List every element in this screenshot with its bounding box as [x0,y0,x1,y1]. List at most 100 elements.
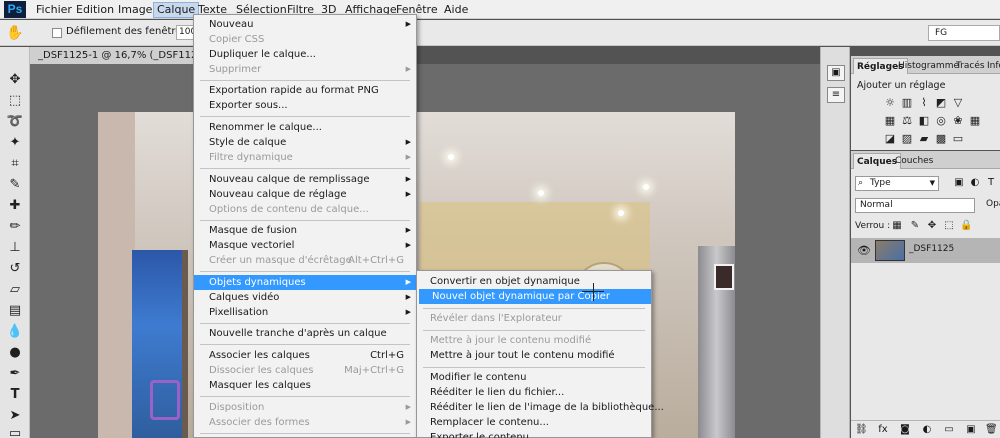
menu-item-style-calque[interactable]: Style de calque ▶ [194,135,416,150]
submenu-item-modifier-contenu[interactable]: Modifier le contenu [417,370,649,385]
menu-item-masque-fusion[interactable]: Masque de fusion ▶ [194,223,416,238]
submenu-item-reediter-fichier[interactable]: Rééditer le lien du fichier... [417,385,649,400]
menu-item-nouveau[interactable]: Nouveau ▶ [194,17,416,32]
menu-aide[interactable]: Aide [441,2,471,18]
menu-item-label: Nouvelle tranche d'après un calque [209,328,387,339]
menu-item-associer-calques[interactable]: Associer les calques Ctrl+G [194,348,416,363]
new-layer-icon[interactable]: ▣ [965,424,977,436]
blend-mode-select[interactable]: Normal [855,198,975,213]
eye-icon[interactable]: 👁 [857,244,871,257]
menu-item-dupliquer[interactable]: Dupliquer le calque... [194,47,416,62]
lock-transparency-icon[interactable]: ▦ [891,220,903,232]
curves-icon[interactable]: ⌇ [917,96,931,109]
menu-item-exporter-sous[interactable]: Exporter sous... [194,98,416,113]
photo-filter-icon[interactable]: ◎ [934,114,948,127]
gradient-tool-icon[interactable]: ▤ [4,302,26,320]
pixel-filter-icon[interactable]: ▣ [953,177,965,189]
submenu-item-maj-tout[interactable]: Mettre à jour tout le contenu modifié [417,348,649,363]
hand-tool-icon[interactable]: ✋ [6,24,24,42]
add-mask-icon[interactable]: ◙ [899,424,911,436]
blur-tool-icon[interactable]: 💧 [4,323,26,341]
menu-item-shortcut: Alt+Ctrl+G [348,255,404,266]
levels-icon[interactable]: ▥ [900,96,914,109]
hue-saturation-icon[interactable]: ▦ [883,114,897,127]
magic-wand-tool-icon[interactable]: ✦ [4,134,26,152]
properties-panel-icon[interactable]: ≡ [827,87,845,103]
type-tool-icon[interactable]: T [4,386,26,404]
crop-tool-icon[interactable]: ⌗ [4,155,26,173]
layer-row[interactable]: 👁 _DSF1125 [851,238,1000,263]
history-panel-icon[interactable]: ▣ [827,65,845,81]
eyedropper-tool-icon[interactable]: ✎ [4,176,26,194]
posterize-icon[interactable]: ▨ [900,132,914,145]
layers-panel-tabs: Calques Couches [851,151,1000,169]
shape-tool-icon[interactable]: ▭ [4,425,26,438]
tab-couches[interactable]: Couches [892,153,936,169]
eraser-tool-icon[interactable]: ▱ [4,281,26,299]
path-selection-tool-icon[interactable]: ➤ [4,407,26,425]
menu-item-label: Copier CSS [209,34,265,45]
tab-traces[interactable]: Tracés [953,58,988,74]
color-balance-icon[interactable]: ⚖ [900,114,914,127]
menu-image[interactable]: Image [115,2,155,18]
tab-info[interactable]: Info [984,58,1000,74]
submenu-item-reediter-bibliotheque[interactable]: Rééditer le lien de l'image de la biblio… [417,400,664,415]
layer-style-icon[interactable]: fx [877,424,889,436]
menu-item-masquer-calques[interactable]: Masquer les calques [194,378,416,393]
menu-item-pixellisation[interactable]: Pixellisation ▶ [194,305,416,320]
move-tool-icon[interactable]: ✥ [4,71,26,89]
submenu-item-convertir[interactable]: Convertir en objet dynamique [417,274,649,289]
threshold-icon[interactable]: ▰ [917,132,931,145]
lock-position-icon[interactable]: ✥ [926,220,938,232]
layer-name[interactable]: _DSF1125 [909,244,954,254]
color-lookup-icon[interactable]: ▦ [968,114,982,127]
menu-item-copier-css: Copier CSS [194,32,416,47]
brightness-icon[interactable]: ☼ [883,96,897,109]
scroll-all-windows-checkbox[interactable] [52,28,62,38]
black-white-icon[interactable]: ◧ [917,114,931,127]
menu-item-label: Associer les calques [209,350,310,361]
lock-all-icon[interactable]: 🔒 [960,220,972,232]
brush-tool-icon[interactable]: ✏ [4,218,26,236]
lasso-tool-icon[interactable]: ➰ [4,113,26,131]
channel-mixer-icon[interactable]: ❀ [951,114,965,127]
menu-item-masque-vectoriel[interactable]: Masque vectoriel ▶ [194,238,416,253]
lock-artboard-icon[interactable]: ⬚ [943,220,955,232]
menu-edition[interactable]: Edition [73,2,117,18]
menu-item-objets-dynamiques[interactable]: Objets dynamiques ▶ [194,275,416,290]
clone-stamp-tool-icon[interactable]: ⊥ [4,239,26,257]
link-layers-icon[interactable]: ⛓ [855,424,868,436]
submenu-arrow-icon: ▶ [405,293,411,301]
tab-histogramme[interactable]: Histogramme [895,58,962,74]
pen-tool-icon[interactable]: ✒ [4,365,26,383]
exposure-icon[interactable]: ◩ [934,96,948,109]
document-tab[interactable]: _DSF1125-1 @ 16,7% (_DSF1125, RVB/1 [30,47,200,64]
selective-color-icon[interactable]: ▩ [934,132,948,145]
healing-brush-tool-icon[interactable]: ✚ [4,197,26,215]
submenu-item-nouvel-objet-copier[interactable]: Nouvel objet dynamique par Copier [419,289,651,304]
menu-item-renommer[interactable]: Renommer le calque... [194,120,416,135]
search-field[interactable]: FG [928,25,1000,41]
type-filter-icon[interactable]: T [985,177,997,189]
adjustment-filter-icon[interactable]: ◐ [969,177,981,189]
submenu-item-exporter[interactable]: Exporter le contenu [417,430,649,438]
menu-item-calque-reglage[interactable]: Nouveau calque de réglage ▶ [194,187,416,202]
menu-item-calques-video[interactable]: Calques vidéo ▶ [194,290,416,305]
gradient-map-icon[interactable]: ▭ [951,132,965,145]
lock-pixels-icon[interactable]: ✎ [909,220,921,232]
menu-item-calque-remplissage[interactable]: Nouveau calque de remplissage ▶ [194,172,416,187]
new-group-icon[interactable]: ▭ [943,424,955,436]
submenu-item-remplacer[interactable]: Remplacer le contenu... [417,415,649,430]
new-adjustment-layer-icon[interactable]: ◐ [921,424,933,436]
menu-fichier[interactable]: Fichier [33,2,75,18]
marquee-tool-icon[interactable]: ⬚ [4,92,26,110]
menu-item-export-png[interactable]: Exportation rapide au format PNG [194,83,416,98]
image-ceiling-light [643,184,649,190]
menu-item-nouvelle-tranche[interactable]: Nouvelle tranche d'après un calque [194,326,416,341]
dodge-tool-icon[interactable]: ● [4,344,26,362]
invert-icon[interactable]: ◪ [883,132,897,145]
history-brush-tool-icon[interactable]: ↺ [4,260,26,278]
delete-layer-icon[interactable]: 🗑 [985,424,998,436]
layer-filter-select[interactable]: ⌕ Type ▼ [855,176,939,191]
vibrance-icon[interactable]: ▽ [951,96,965,109]
